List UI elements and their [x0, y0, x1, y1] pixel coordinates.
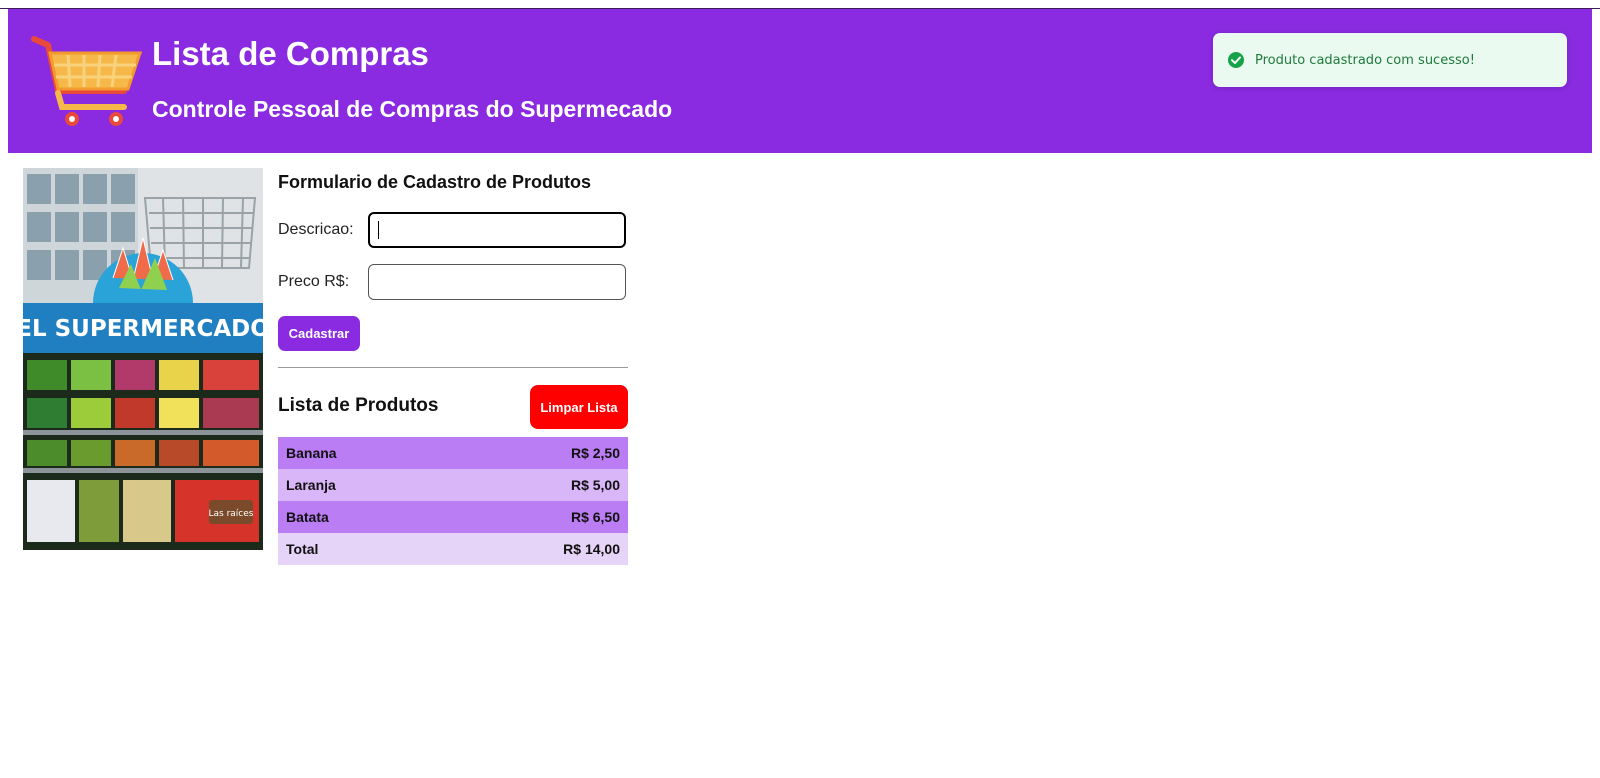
- table-row: Banana R$ 2,50: [278, 437, 628, 469]
- descricao-input[interactable]: [368, 212, 626, 248]
- supermarket-image: EL SUPERMERCADO Las raíces: [23, 168, 263, 550]
- total-value: R$ 14,00: [563, 541, 620, 557]
- las-raices-badge-text: Las raíces: [209, 509, 254, 519]
- total-label: Total: [286, 541, 319, 557]
- top-border: [0, 0, 1600, 9]
- toast-message: Produto cadastrado com sucesso!: [1255, 52, 1475, 68]
- descricao-label: Descricao:: [278, 221, 354, 238]
- limpar-lista-button[interactable]: Limpar Lista: [530, 385, 628, 429]
- table-row: Laranja R$ 5,00: [278, 469, 628, 501]
- supermarket-sign-text: EL SUPERMERCADO: [23, 316, 263, 342]
- success-toast[interactable]: Produto cadastrado com sucesso!: [1213, 33, 1567, 87]
- total-row: Total R$ 14,00: [278, 533, 628, 565]
- table-row: Batata R$ 6,50: [278, 501, 628, 533]
- product-price: R$ 6,50: [570, 509, 620, 525]
- product-name: Banana: [286, 445, 337, 461]
- product-name: Laranja: [286, 477, 336, 493]
- form-title: Formulario de Cadastro de Produtos: [278, 172, 592, 192]
- product-price: R$ 5,00: [570, 477, 620, 493]
- products-table: Banana R$ 2,50 Laranja R$ 5,00 Batata R$…: [278, 437, 628, 565]
- check-circle-icon: [1228, 52, 1244, 68]
- shopping-cart-icon: [31, 36, 143, 126]
- preco-label: Preco R$:: [278, 273, 350, 290]
- cadastrar-button[interactable]: Cadastrar: [278, 316, 360, 351]
- page-title: Lista de Compras: [152, 35, 429, 72]
- product-price: R$ 2,50: [570, 445, 620, 461]
- list-title: Lista de Produtos: [278, 395, 439, 416]
- text-cursor: [378, 221, 379, 239]
- page-subtitle: Controle Pessoal de Compras do Supermeca…: [152, 96, 673, 122]
- section-divider: [278, 367, 628, 368]
- product-name: Batata: [286, 509, 329, 525]
- preco-input[interactable]: [368, 264, 626, 300]
